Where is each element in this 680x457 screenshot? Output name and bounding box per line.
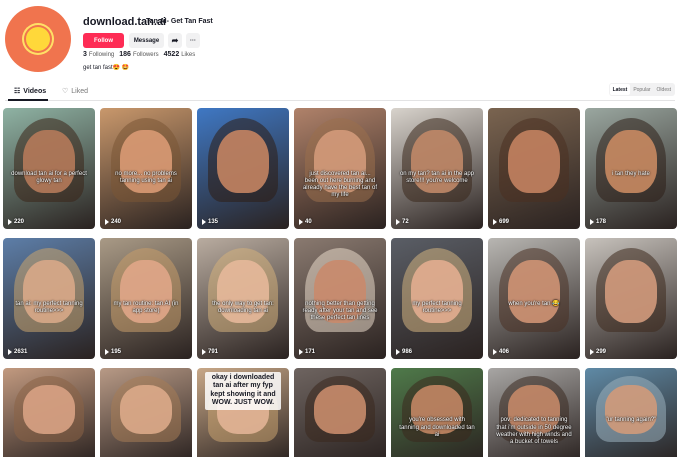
play-icon [493,349,497,355]
play-icon [202,219,206,225]
video-caption: you're obsessed with tanning and downloa… [399,417,475,438]
view-count: 240 [105,219,121,225]
video-caption: "ur tanning again?" [605,417,657,424]
video-thumbnail[interactable]: tan ai: my perfect tanning routine>>> 263… [3,238,95,359]
sort-toggle: Latest Popular Oldest [608,83,675,96]
view-count: 406 [493,349,509,355]
more-icon: ··· [190,37,196,44]
sort-oldest[interactable]: Oldest [654,84,674,95]
video-caption: download tan ai for a perfect glowy tan [11,170,87,185]
video-thumbnail[interactable]: 135 [197,108,289,229]
play-icon [396,349,400,355]
play-icon [590,219,594,225]
video-caption: tan ai: my perfect tanning routine>>> [15,300,83,315]
message-button[interactable]: Message [129,33,164,48]
view-count: 195 [105,349,121,355]
video-thumbnail[interactable] [100,368,192,457]
view-count: 72 [396,219,409,225]
sort-popular[interactable]: Popular [630,84,653,95]
play-icon [105,219,109,225]
video-caption: nothing better than getting ready after … [302,300,378,322]
video-thumbnail[interactable]: pov: dedicated to tanning that i'm outsi… [488,368,580,457]
video-caption: just discovered tan ai... been out here … [302,170,378,199]
video-caption: my tan routine: tan AI (in app store) [113,300,179,315]
video-thumbnail[interactable]: the only way to get tan: downloading tan… [197,238,289,359]
thumbnail-face [605,129,657,193]
thumbnail-face [120,385,172,435]
play-icon [396,219,400,225]
video-caption: the only way to get tan: downloading tan… [212,300,274,315]
video-thumbnail[interactable]: no more... no problems tanning using tan… [100,108,192,229]
view-count: 699 [493,219,509,225]
play-icon [590,349,594,355]
video-thumbnail[interactable]: on my tan? tan ai in the app store!!! yo… [391,108,483,229]
lock-heart-icon: ♡ [62,88,69,95]
video-caption: i tan they hate [612,170,650,177]
sun-icon [26,27,50,51]
video-thumbnail[interactable]: 699 [488,108,580,229]
video-thumbnail[interactable]: just discovered tan ai... been out here … [294,108,386,229]
play-icon [105,349,109,355]
video-thumbnail[interactable] [294,368,386,457]
view-count: 299 [590,349,606,355]
play-icon [8,349,12,355]
video-caption: when you're tan 😂 [508,300,560,307]
share-icon: ➦ [171,36,179,45]
video-caption: pov: dedicated to tanning that i'm outsi… [496,417,572,445]
video-thumbnail[interactable]: my tan routine: tan AI (in app store) 195 [100,238,192,359]
view-count: 791 [202,349,218,355]
video-thumbnail[interactable]: when you're tan 😂 406 [488,238,580,359]
profile-tabs: ☷ Videos ♡ Liked Latest Popular Oldest [5,83,675,101]
video-caption: no more... no problems tanning using tan… [115,170,177,185]
thumbnail-face [314,385,366,435]
video-thumbnail[interactable] [3,368,95,457]
video-thumbnail[interactable]: "ur tanning again?" [585,368,677,457]
profile-stats: 3 Following 186 Followers 4522 Likes [83,51,195,58]
follow-button[interactable]: Follow [83,33,124,48]
view-count: 986 [396,349,412,355]
avatar[interactable] [5,6,71,72]
thumbnail-face [508,129,560,193]
play-icon [493,219,497,225]
video-caption: okay i downloaded tan ai after my fyp ke… [205,372,281,410]
tab-videos[interactable]: ☷ Videos [14,87,46,96]
thumbnail-face [605,385,657,435]
following-stat[interactable]: 3 Following [83,51,114,58]
profile-header: download.tan.ai Tan AI- Get Tan Fast Fol… [5,6,675,78]
play-icon [299,349,303,355]
thumbnail-face [217,129,269,193]
video-thumbnail[interactable]: download tan ai for a perfect glowy tan 2… [3,108,95,229]
thumbnail-face [508,259,560,323]
video-thumbnail[interactable]: okay i downloaded tan ai after my fyp ke… [197,368,289,457]
play-icon [202,349,206,355]
view-count: 220 [8,219,24,225]
video-caption: my perfect tanning routine>>> [412,300,462,315]
active-tab-indicator [8,99,48,101]
view-count: 40 [299,219,312,225]
view-count: 171 [299,349,315,355]
view-count: 2631 [8,349,27,355]
view-count: 178 [590,219,606,225]
thumbnail-face [605,259,657,323]
tab-liked[interactable]: ♡ Liked [62,87,88,96]
grid-icon: ☷ [14,88,21,95]
view-count: 135 [202,219,218,225]
video-thumbnail[interactable]: you're obsessed with tanning and downloa… [391,368,483,457]
more-button[interactable]: ··· [186,33,200,48]
video-grid: download tan ai for a perfect glowy tan 2… [3,108,678,457]
likes-stat: 4522 Likes [163,51,196,58]
followers-stat[interactable]: 186 Followers [119,51,158,58]
nickname: Tan AI- Get Tan Fast [146,18,213,25]
video-thumbnail[interactable]: i tan they hate 178 [585,108,677,229]
video-thumbnail[interactable]: nothing better than getting ready after … [294,238,386,359]
sort-latest[interactable]: Latest [609,84,631,95]
video-thumbnail[interactable]: 299 [585,238,677,359]
thumbnail-face [23,385,75,435]
video-caption: on my tan? tan ai in the app store!!! yo… [399,170,475,185]
play-icon [8,219,12,225]
video-thumbnail[interactable]: my perfect tanning routine>>> 986 [391,238,483,359]
bio: get tan fast😍 🤩 [83,65,130,71]
share-button[interactable]: ➦ [168,33,182,48]
play-icon [299,219,303,225]
